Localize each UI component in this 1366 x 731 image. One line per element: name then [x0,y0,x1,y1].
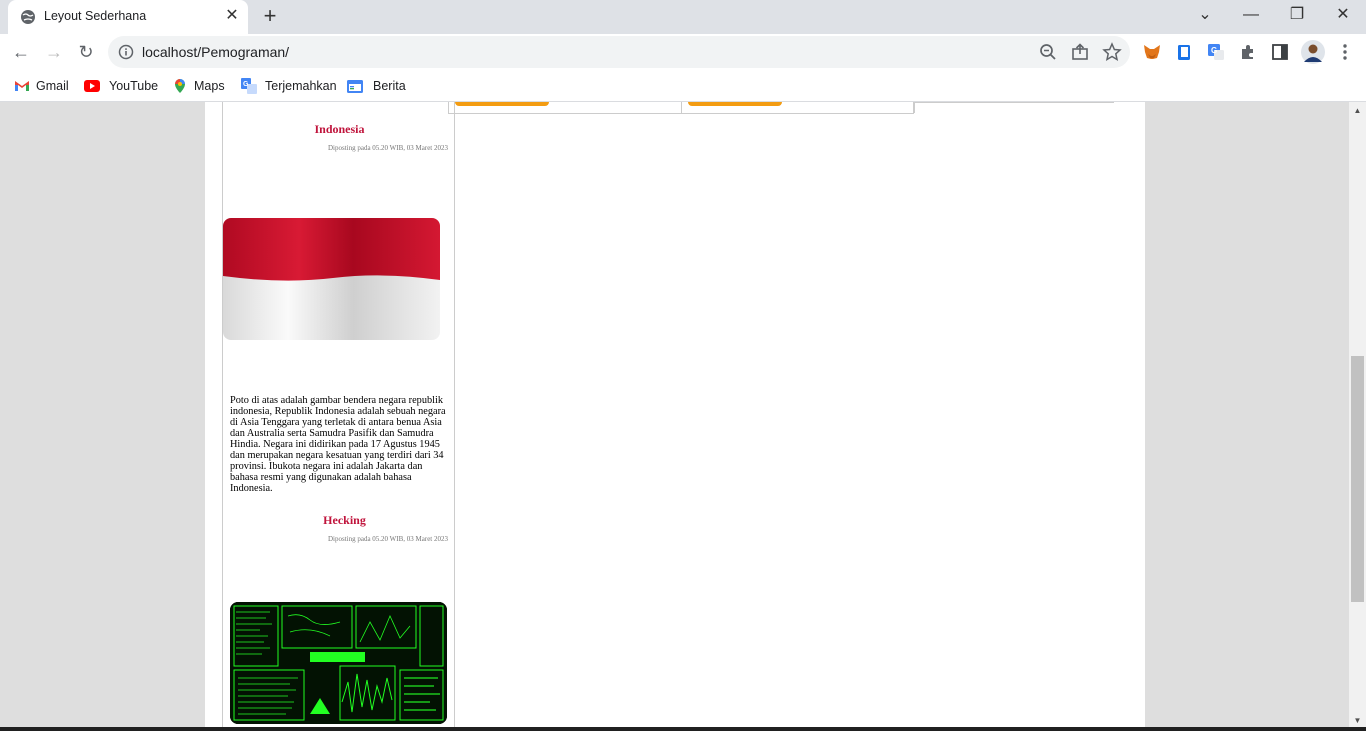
tab-strip: Leyout Sederhana ✕ + ⌄ — ❐ ✕ [0,0,1366,34]
indonesia-flag-image [223,218,440,340]
scroll-up-icon[interactable]: ▲ [1349,102,1366,119]
hacking-image [230,602,447,724]
star-icon[interactable] [1102,42,1122,62]
translate-icon[interactable]: G [1206,42,1226,62]
toolbar: ← → ↻ localhost/Pemograman/ G [0,34,1366,70]
page-scrollbar[interactable]: ▲ ▼ [1349,102,1366,731]
zoom-icon[interactable] [1038,42,1058,62]
top-menu-strip [448,102,915,114]
close-window-button[interactable]: ✕ [1323,4,1363,28]
page-viewport: Indonesia Diposting pada 05.20 WIB, 03 M… [0,102,1366,731]
extensions-icon[interactable] [1238,42,1258,62]
post-date: Diposting pada 05.20 WIB, 03 Maret 2023 [327,535,448,543]
bookmarks-bar: Gmail YouTube Maps G Terjemahkan Berita [0,70,1366,102]
sidepanel-icon[interactable] [1270,42,1290,62]
forward-button[interactable]: → [41,39,67,65]
tab-search-chevron-icon[interactable]: ⌄ [1185,4,1225,28]
youtube-icon [84,80,100,92]
restore-button[interactable]: ❐ [1277,4,1317,28]
menu-cell [449,102,682,113]
gmail-icon [15,81,29,91]
info-icon[interactable] [118,44,134,60]
address-bar[interactable]: localhost/Pemograman/ [108,36,1130,68]
tab-active[interactable]: Leyout Sederhana ✕ [8,0,248,34]
svg-text:G: G [243,81,249,88]
post-body: Poto di atas adalah gambar bendera negar… [230,395,446,494]
share-icon[interactable] [1070,42,1090,62]
globe-icon [21,10,35,24]
tab-close-icon[interactable]: ✕ [224,8,240,24]
page-container: Indonesia Diposting pada 05.20 WIB, 03 M… [205,102,1145,731]
news-icon [347,80,363,93]
new-tab-button[interactable]: + [259,5,281,28]
browser-window: Leyout Sederhana ✕ + ⌄ — ❐ ✕ ← → ↻ local… [0,0,1366,731]
url-text: localhost/Pemograman/ [142,44,290,60]
metamask-icon[interactable] [1142,42,1162,62]
menu-icon[interactable] [1335,42,1355,62]
translate-icon: G [241,78,257,94]
post-date: Diposting pada 05.20 WIB, 03 Maret 2023 [327,144,448,152]
taskbar-edge [0,727,1366,731]
svg-text:G: G [1211,46,1217,55]
avatar[interactable] [1301,40,1325,64]
minimize-button[interactable]: — [1231,4,1271,28]
menu-accent-bar [455,102,549,106]
reader-icon[interactable] [1174,42,1194,62]
tab-title: Leyout Sederhana [44,9,147,23]
menu-accent-bar [688,102,782,106]
scroll-thumb[interactable] [1351,356,1364,602]
back-button[interactable]: ← [8,39,34,65]
reload-button[interactable]: ↻ [73,39,99,65]
posts-sidebar: Indonesia Diposting pada 05.20 WIB, 03 M… [222,102,455,731]
menu-divider [914,102,1114,103]
maps-icon [175,79,185,93]
post-title: Indonesia [314,122,365,136]
menu-cell [682,102,915,113]
post-title: Hecking [323,513,366,527]
